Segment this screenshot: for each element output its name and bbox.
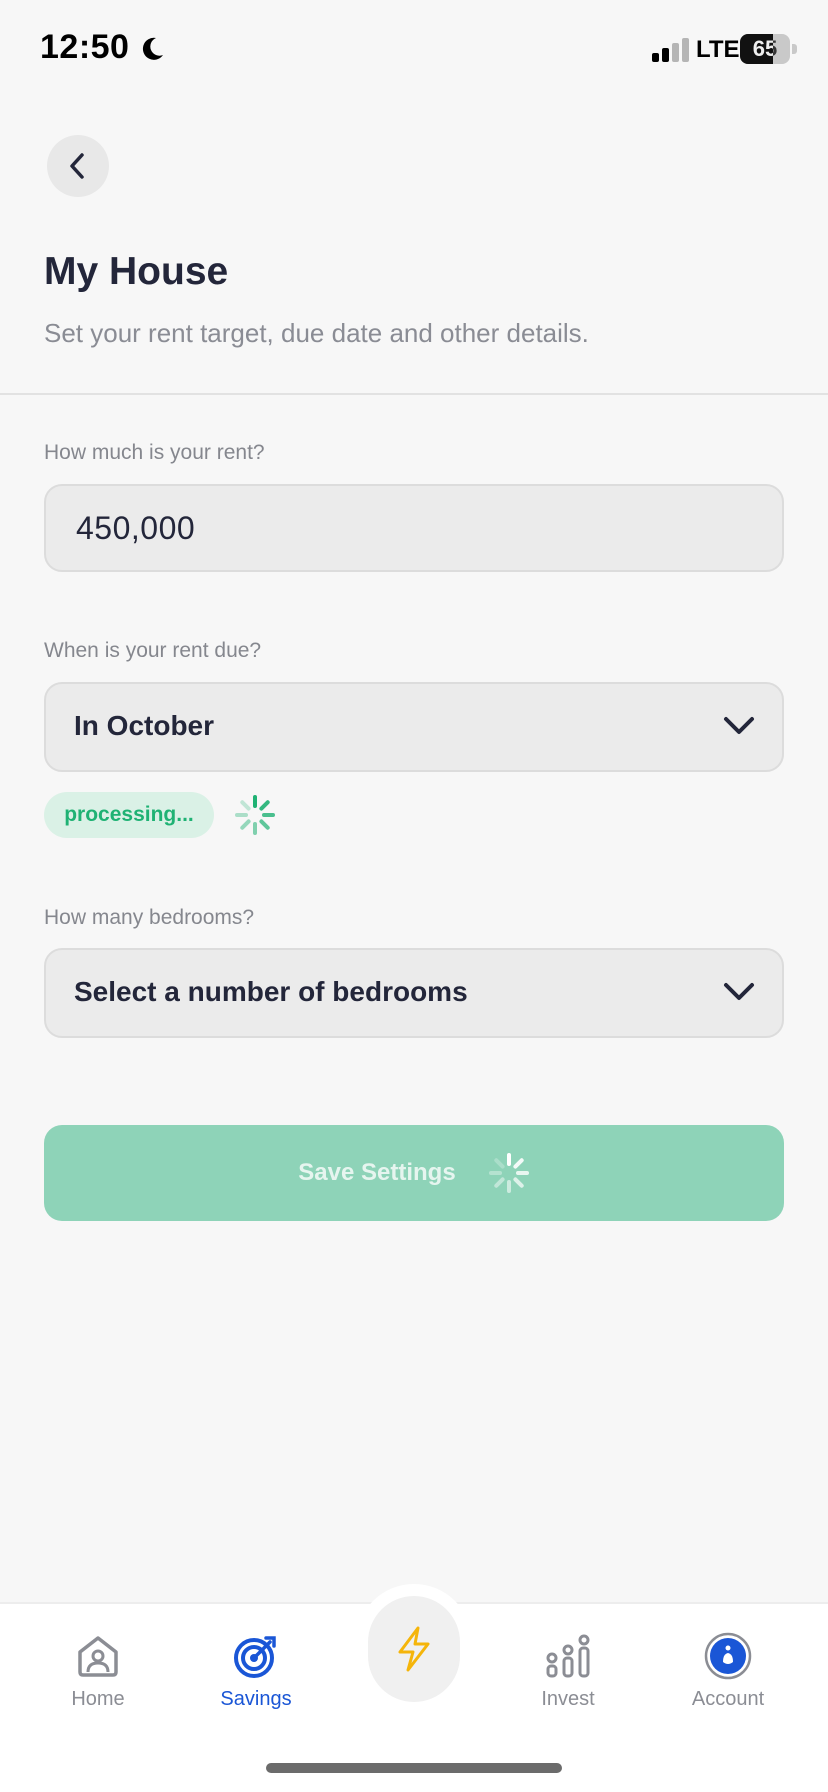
chevron-left-icon (70, 153, 84, 179)
bedrooms-select[interactable]: Select a number of bedrooms (44, 948, 784, 1038)
bedrooms-label: How many bedrooms? (44, 906, 255, 929)
moon-icon (142, 37, 163, 60)
due-select[interactable]: In October (44, 682, 784, 772)
status-time: 12:50 (40, 28, 130, 66)
lightning-icon (398, 1626, 430, 1672)
page-subtitle: Set your rent target, due date and other… (44, 318, 589, 348)
save-settings-button[interactable]: Save Settings (44, 1125, 784, 1221)
account-icon (704, 1632, 752, 1680)
chevron-down-icon (724, 717, 754, 734)
bedrooms-value: Select a number of bedrooms (74, 976, 468, 1007)
loading-spinner-icon (488, 1153, 529, 1193)
quick-action-button[interactable] (368, 1596, 460, 1702)
nav-home[interactable]: Home (38, 1632, 158, 1711)
nav-savings-label: Savings (220, 1688, 292, 1710)
processing-badge: processing... (44, 792, 214, 838)
rent-value: 450,000 (76, 510, 196, 546)
loading-spinner-icon (235, 795, 275, 835)
rent-label: How much is your rent? (44, 441, 265, 464)
rent-input[interactable]: 450,000 (44, 484, 784, 572)
nav-savings[interactable]: Savings (196, 1632, 316, 1711)
due-value: In October (74, 710, 215, 741)
battery-percent: 65 (752, 36, 778, 61)
home-icon (78, 1636, 118, 1677)
nav-account-label: Account (691, 1688, 765, 1710)
chart-icon (546, 1634, 590, 1678)
back-button[interactable] (47, 135, 109, 197)
target-icon (234, 1636, 276, 1678)
home-indicator (266, 1763, 562, 1773)
page-title: My House (44, 250, 229, 293)
chevron-down-icon (724, 983, 754, 1000)
save-settings-label: Save Settings (298, 1159, 456, 1186)
signal-icon (652, 38, 689, 62)
nav-account[interactable]: Account (668, 1632, 788, 1711)
status-bar: 12:50 LTE 65 (0, 0, 828, 100)
header-divider (0, 393, 828, 395)
battery-icon: 65 (740, 34, 798, 64)
nav-home-label: Home (71, 1688, 125, 1710)
nav-invest[interactable]: Invest (508, 1632, 628, 1711)
nav-invest-label: Invest (541, 1688, 595, 1710)
network-label: LTE (696, 36, 740, 63)
due-label: When is your rent due? (44, 639, 262, 662)
